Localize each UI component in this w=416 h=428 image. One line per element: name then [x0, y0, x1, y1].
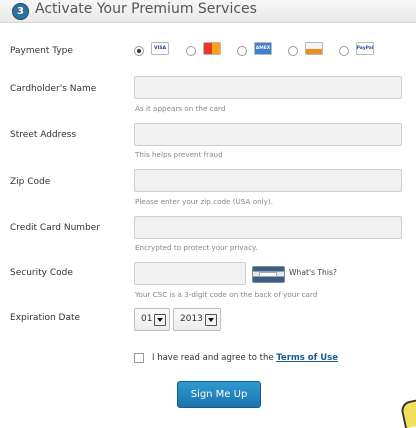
mastercard-icon [203, 42, 221, 55]
zip-code-hint: Please enter your zip code (USA only). [135, 197, 274, 206]
cardholder-name-label: Cardholder's Name [10, 84, 97, 94]
street-address-hint: This helps prevent fraud [135, 150, 223, 159]
zip-code-input[interactable] [134, 169, 402, 192]
cardholder-name-hint: As it appears on the card [135, 104, 226, 113]
expiration-month-select[interactable]: 01 [134, 308, 170, 331]
credit-card-number-hint: Encrypted to protect your privacy. [135, 243, 258, 252]
expiration-year-select[interactable]: 2013 [173, 308, 221, 331]
paypal-icon: PayPal [356, 42, 374, 55]
payment-radio-mastercard[interactable] [186, 46, 196, 56]
payment-type-label: Payment Type [10, 46, 73, 56]
card-back-csc-icon [252, 266, 285, 283]
terms-of-use-link[interactable]: Terms of Use [276, 353, 338, 363]
sign-me-up-button[interactable]: Sign Me Up [177, 381, 261, 408]
payment-radio-visa[interactable] [134, 46, 144, 56]
security-code-input[interactable] [134, 262, 246, 285]
chevron-down-icon [154, 314, 166, 326]
credit-card-number-label: Credit Card Number [10, 223, 100, 233]
payment-radio-discover[interactable] [288, 46, 298, 56]
discover-card-icon [305, 42, 323, 55]
credit-card-number-input[interactable] [134, 216, 402, 239]
step-number-badge: 3 [12, 3, 29, 20]
corner-sticker [399, 397, 416, 428]
payment-radio-amex[interactable] [237, 46, 247, 56]
street-address-label: Street Address [10, 130, 77, 140]
zip-code-label: Zip Code [10, 177, 51, 187]
amex-card-icon: AMEX [254, 42, 272, 55]
expiration-month-value: 01 [141, 314, 153, 324]
terms-prefix-text: I have read and agree to the [152, 353, 277, 363]
terms-checkbox[interactable] [134, 353, 144, 363]
terms-agreement-text: I have read and agree to the Terms of Us… [152, 353, 338, 363]
security-code-label: Security Code [10, 268, 73, 278]
whats-this-link[interactable]: What's This? [289, 268, 337, 277]
security-code-hint: Your CSC is a 3-digit code on the back o… [135, 290, 318, 299]
street-address-input[interactable] [134, 123, 402, 146]
page-title: Activate Your Premium Services [35, 1, 257, 17]
payment-radio-paypal[interactable] [339, 46, 349, 56]
visa-card-icon: VISA [151, 42, 169, 55]
expiration-year-value: 2013 [180, 314, 203, 324]
expiration-date-label: Expiration Date [10, 313, 81, 323]
chevron-down-icon [205, 314, 217, 326]
page-header: 3 Activate Your Premium Services [0, 0, 416, 23]
cardholder-name-input[interactable] [134, 76, 402, 99]
